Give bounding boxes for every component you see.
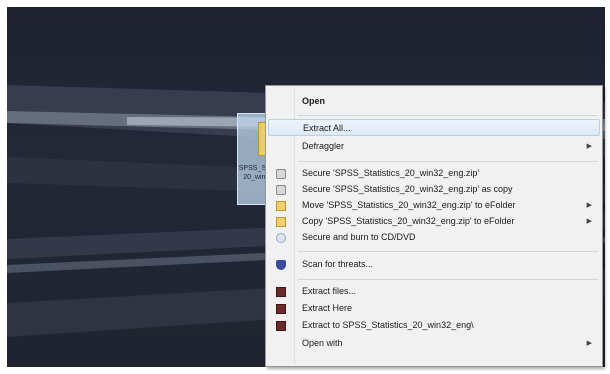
menu-item-move-efolder[interactable]: Move 'SPSS_Statistics_20_win32_eng.zip' …	[268, 197, 600, 214]
winrar-icon	[276, 321, 286, 331]
screenshot-frame: SPSS_Statistics_20_win32_eng Open Extrac…	[0, 0, 610, 374]
submenu-arrow-icon: ▶	[586, 340, 592, 347]
menu-item-label: Open with	[302, 338, 343, 348]
menu-item-label: Extract to SPSS_Statistics_20_win32_eng\	[302, 320, 474, 330]
menu-separator	[298, 115, 598, 116]
menu-item-label: Extract All...	[303, 123, 351, 133]
menu-item-secure-copy[interactable]: Secure 'SPSS_Statistics_20_win32_eng.zip…	[268, 181, 600, 198]
menu-item-extract-all[interactable]: Extract All...	[268, 119, 600, 136]
menu-item-label: Open	[302, 96, 326, 106]
menu-item-label: Defraggler	[302, 141, 345, 151]
menu-item-copy-efolder[interactable]: Copy 'SPSS_Statistics_20_win32_eng.zip' …	[268, 213, 600, 230]
menu-item-extract-to-folder[interactable]: Extract to SPSS_Statistics_20_win32_eng\	[268, 317, 600, 334]
folder-icon	[276, 201, 286, 211]
menu-item-label: Extract Here	[302, 303, 353, 313]
menu-item-label: Move 'SPSS_Statistics_20_win32_eng.zip' …	[302, 200, 516, 210]
menu-item-secure[interactable]: Secure 'SPSS_Statistics_20_win32_eng.zip…	[268, 165, 600, 182]
menu-item-label: Extract files...	[302, 286, 357, 296]
menu-item-open[interactable]: Open	[268, 93, 600, 110]
menu-item-label: Scan for threats...	[302, 259, 374, 269]
shield-icon	[276, 260, 286, 270]
lock-icon	[276, 169, 286, 179]
submenu-arrow-icon: ▶	[586, 202, 592, 209]
menu-item-extract-files[interactable]: Extract files...	[268, 283, 600, 300]
menu-item-secure-burn[interactable]: Secure and burn to CD/DVD	[268, 229, 600, 246]
menu-item-open-with[interactable]: Open with ▶	[268, 335, 600, 352]
menu-item-scan-threats[interactable]: Scan for threats...	[268, 256, 600, 273]
menu-item-label: Secure 'SPSS_Statistics_20_win32_eng.zip…	[302, 184, 513, 194]
winrar-icon	[276, 304, 286, 314]
menu-item-defraggler[interactable]: Defraggler ▶	[268, 138, 600, 155]
winrar-icon	[276, 287, 286, 297]
submenu-arrow-icon: ▶	[586, 143, 592, 150]
menu-separator	[298, 279, 598, 280]
menu-item-extract-here[interactable]: Extract Here	[268, 300, 600, 317]
lock-icon	[276, 185, 286, 195]
menu-separator	[298, 161, 598, 162]
menu-item-label: Copy 'SPSS_Statistics_20_win32_eng.zip' …	[302, 216, 515, 226]
menu-item-label: Secure 'SPSS_Statistics_20_win32_eng.zip…	[302, 168, 480, 178]
folder-icon	[276, 217, 286, 227]
menu-item-label: Secure and burn to CD/DVD	[302, 232, 416, 242]
context-menu: Open Extract All... Defraggler ▶ Secure …	[265, 85, 603, 367]
menu-separator	[298, 251, 598, 252]
disc-icon	[276, 233, 286, 243]
submenu-arrow-icon: ▶	[586, 218, 592, 225]
